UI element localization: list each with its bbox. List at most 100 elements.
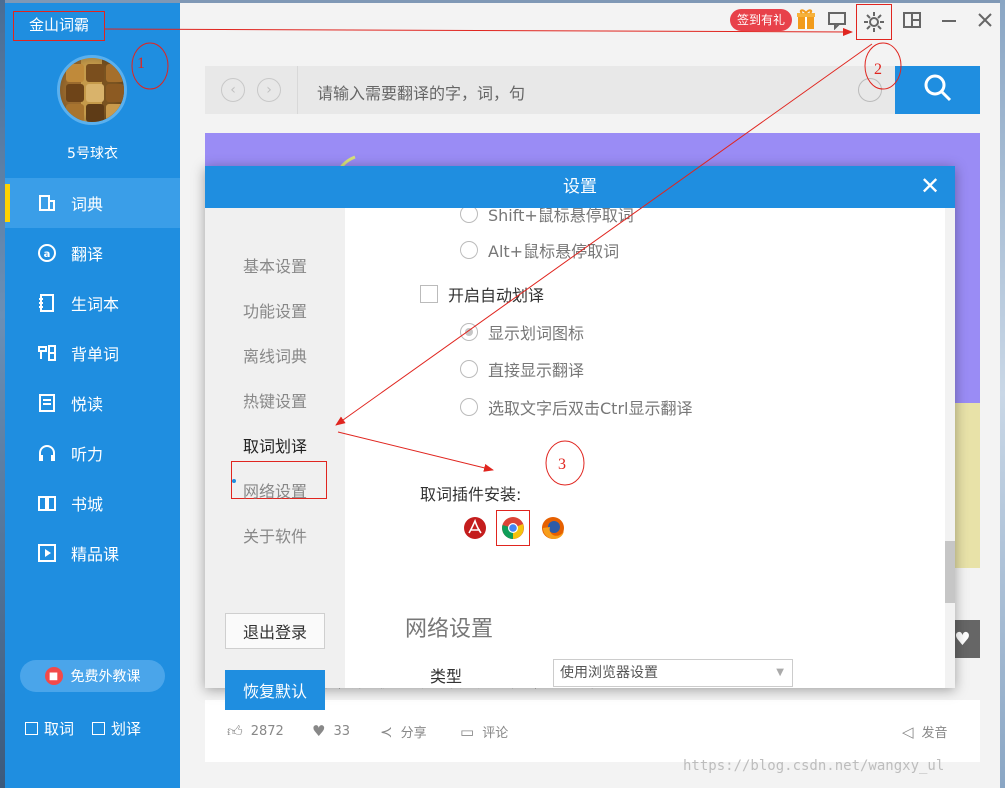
radio-label: Alt+鼠标悬停取词	[488, 242, 620, 261]
firefox-icon[interactable]	[541, 516, 565, 540]
radio-button[interactable]	[460, 208, 478, 223]
search-bar: ‹ › 请输入需要翻译的字，词，句	[205, 66, 980, 114]
settings-nav-hotkeys[interactable]: 热键设置	[205, 388, 345, 412]
chevron-down-icon: ▼	[776, 667, 784, 678]
radio-label: 显示划词图标	[488, 324, 585, 343]
avatar-tile	[86, 84, 104, 102]
free-tutor-promo-button[interactable]: ■ 免费外教课	[20, 660, 165, 692]
settings-nav-about[interactable]: 关于软件	[205, 523, 345, 547]
checkbox-label: 开启自动划译	[448, 286, 545, 305]
forward-icon[interactable]: ›	[257, 78, 281, 102]
sidebar-item-bookstore[interactable]: 书城	[5, 478, 180, 528]
checkbox-auto-translate[interactable]: 开启自动划译	[420, 282, 544, 306]
radio-label: Shift+鼠标悬停取词	[488, 208, 634, 225]
logout-button[interactable]: 退出登录	[225, 613, 325, 649]
sidebar-item-dictionary[interactable]: 词典	[5, 178, 180, 228]
checkbox[interactable]	[420, 285, 438, 303]
scrollbar-thumb[interactable]	[945, 541, 955, 603]
settings-nav-network[interactable]: 网络设置	[205, 478, 345, 502]
radio-label: 选取文字后双击Ctrl显示翻译	[488, 399, 693, 418]
app-title: 金山词霸	[13, 11, 105, 41]
plugins-label: 取词插件安装:	[420, 485, 522, 504]
restore-defaults-button[interactable]: 恢复默认	[225, 670, 325, 710]
radio-button[interactable]	[460, 360, 478, 378]
search-button[interactable]	[895, 66, 980, 114]
audio-button[interactable]: ◁ 发音	[902, 722, 948, 742]
radio-label: 直接显示翻译	[488, 361, 585, 380]
wordbook-icon	[37, 293, 57, 313]
gift-icon[interactable]	[796, 8, 816, 35]
minimize-icon[interactable]	[937, 8, 961, 32]
audio-label: 发音	[921, 726, 948, 741]
proxy-type-select[interactable]: 使用浏览器设置 ▼	[553, 659, 793, 687]
chrome-icon[interactable]	[501, 516, 525, 540]
feedback-icon[interactable]	[825, 8, 849, 32]
favorite-button[interactable]: ♥ 33	[312, 722, 350, 740]
favorite-count: 33	[333, 723, 350, 739]
user-name[interactable]: 5号球衣	[5, 143, 180, 163]
settings-nav-function[interactable]: 功能设置	[205, 298, 345, 322]
toggle-capture-word[interactable]: 取词	[25, 718, 74, 739]
gift-icon: ■	[44, 667, 63, 685]
avatar[interactable]	[57, 55, 127, 125]
toggle-select-translate[interactable]: 划译	[92, 718, 141, 739]
settings-nav-basic[interactable]: 基本设置	[205, 253, 345, 277]
divider	[297, 66, 298, 114]
share-button[interactable]: ≺ 分享	[380, 722, 427, 742]
signin-reward-badge[interactable]: 签到有礼	[730, 9, 792, 31]
radio-shift-hover[interactable]: Shift+鼠标悬停取词	[460, 208, 634, 226]
sidebar-item-memorize[interactable]: 背单词	[5, 328, 180, 378]
sidebar-item-listening[interactable]: 听力	[5, 428, 180, 478]
sidebar-item-label: 词典	[71, 195, 104, 214]
sidebar-item-label: 翻译	[71, 245, 104, 264]
radio-button[interactable]	[460, 323, 478, 341]
avatar-tile	[86, 104, 104, 122]
avatar-tile	[106, 104, 124, 122]
thumbs-up-icon: 👍︎	[227, 722, 243, 740]
sidebar-item-label: 精品课	[71, 545, 120, 564]
comment-button[interactable]: ▭ 评论	[460, 722, 509, 742]
sidebar-item-wordbook[interactable]: 生词本	[5, 278, 180, 328]
search-input[interactable]: 请输入需要翻译的字，词，句	[317, 80, 525, 104]
memorize-icon	[37, 343, 57, 363]
acrobat-icon[interactable]	[463, 516, 487, 540]
settings-nav: 基本设置 功能设置 离线词典 热键设置 取词划译 网络设置 关于软件 退出登录 …	[205, 208, 345, 710]
select-value: 使用浏览器设置	[560, 665, 658, 681]
radio-show-direct[interactable]: 直接显示翻译	[460, 357, 584, 381]
close-icon[interactable]	[973, 8, 997, 32]
back-icon[interactable]: ‹	[221, 78, 245, 102]
settings-nav-capture-translate[interactable]: 取词划译	[205, 433, 345, 457]
sidebar-item-course[interactable]: 精品课	[5, 528, 180, 578]
dialog-close-icon[interactable]: ✕	[917, 173, 943, 199]
sidebar-item-translate[interactable]: a 翻译	[5, 228, 180, 278]
radio-button[interactable]	[460, 398, 478, 416]
sidebar-item-label: 听力	[71, 445, 104, 464]
like-count: 2872	[250, 724, 284, 739]
like-button[interactable]: 👍︎ 2872	[227, 722, 284, 741]
history-icon[interactable]	[858, 78, 882, 102]
scrollbar-track[interactable]	[945, 208, 955, 688]
avatar-tile	[106, 64, 124, 82]
radio-select-ctrl[interactable]: 选取文字后双击Ctrl显示翻译	[460, 395, 692, 419]
dictionary-icon	[37, 193, 57, 213]
svg-text:a: a	[44, 249, 51, 260]
network-section-title: 网络设置	[405, 617, 494, 642]
capture-toggles: 取词 划译	[25, 718, 141, 739]
radio-button[interactable]	[460, 241, 478, 259]
sidebar-item-label: 悦读	[71, 395, 104, 414]
headphones-icon	[37, 443, 57, 463]
checkbox[interactable]	[92, 722, 106, 735]
gear-icon[interactable]	[862, 10, 886, 34]
radio-alt-hover[interactable]: Alt+鼠标悬停取词	[460, 238, 619, 262]
dialog-title: 设置	[563, 177, 597, 197]
comment-icon: ▭	[460, 722, 475, 741]
checkbox[interactable]	[25, 722, 38, 735]
comment-label: 评论	[482, 726, 509, 741]
sidebar-item-reading[interactable]: 悦读	[5, 378, 180, 428]
desktop-background-right	[1000, 0, 1005, 788]
radio-show-icon[interactable]: 显示划词图标	[460, 320, 584, 344]
mini-mode-icon[interactable]	[900, 8, 924, 32]
course-icon	[37, 543, 57, 563]
settings-nav-offline-dict[interactable]: 离线词典	[205, 343, 345, 367]
translate-icon: a	[37, 243, 57, 263]
